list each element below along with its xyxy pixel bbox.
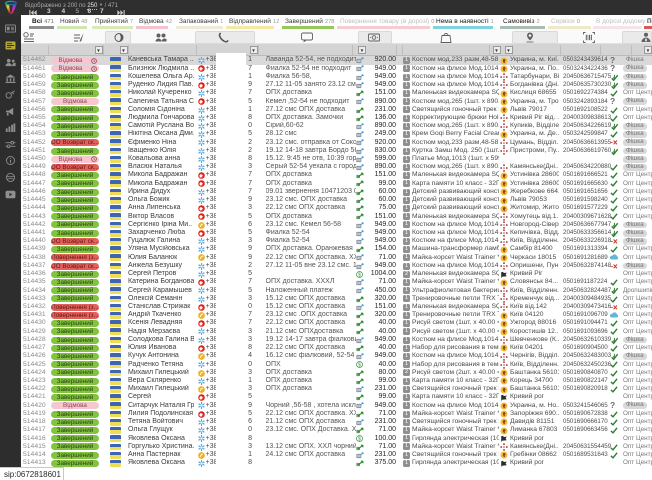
svg-text:$: $ <box>358 363 361 369</box>
svg-text:$: $ <box>358 437 361 443</box>
svg-text:$: $ <box>358 272 361 278</box>
